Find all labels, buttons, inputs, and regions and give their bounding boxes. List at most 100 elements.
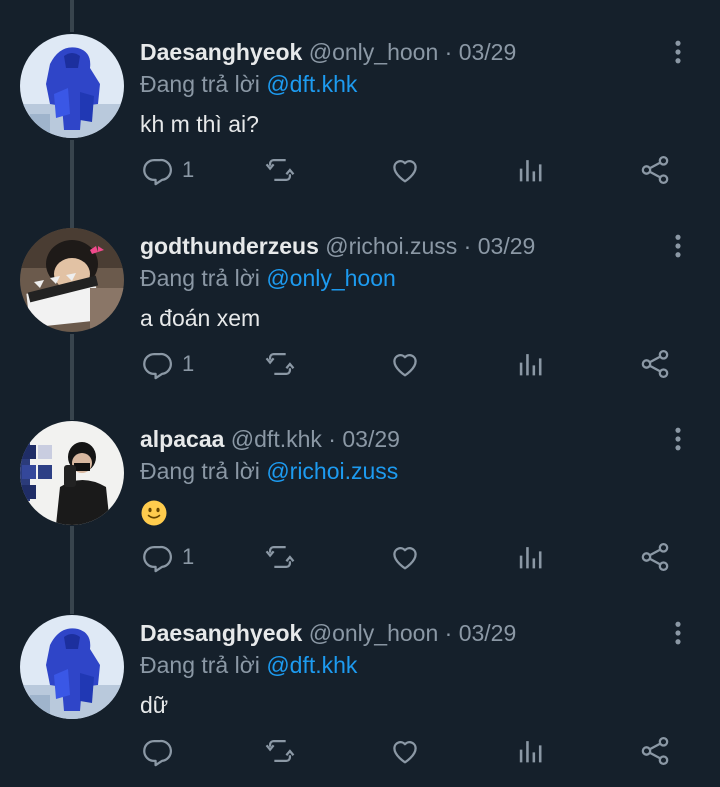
display-name[interactable]: Daesanghyeok — [140, 39, 302, 65]
avatar[interactable] — [20, 34, 124, 138]
separator-dot: · — [444, 39, 453, 65]
views-button[interactable] — [514, 731, 548, 771]
replying-to-label: Đang trả lời — [140, 458, 260, 484]
reply-button[interactable]: 1 — [140, 344, 194, 384]
like-icon — [388, 540, 422, 574]
tweet-text: a đoán xem — [140, 305, 261, 331]
replying-to-label: Đang trả lời — [140, 265, 260, 291]
reply-count: 1 — [182, 544, 195, 569]
retweet-icon — [263, 153, 297, 187]
views-button[interactable] — [514, 344, 548, 384]
replying-to-label: Đang trả lời — [140, 652, 260, 678]
reply-button[interactable] — [140, 731, 182, 771]
retweet-button[interactable] — [263, 344, 297, 384]
timestamp[interactable]: 03/29 — [342, 426, 400, 452]
blue-figure-avatar-image — [20, 34, 124, 138]
views-button[interactable] — [514, 537, 548, 577]
timestamp[interactable]: 03/29 — [459, 39, 517, 65]
reply-icon — [140, 540, 174, 574]
more-vertical-icon[interactable] — [664, 232, 692, 260]
handle[interactable]: @dft.khk — [231, 426, 322, 452]
share-button[interactable] — [638, 344, 672, 384]
avatar[interactable] — [20, 421, 124, 525]
replying-to: Đang trả lời @dft.khk — [140, 651, 357, 679]
retweet-button[interactable] — [263, 537, 297, 577]
replying-to-label: Đang trả lời — [140, 71, 260, 97]
share-icon — [638, 347, 672, 381]
tweet-text: 🙂 — [140, 497, 168, 527]
tweet[interactable]: Daesanghyeok @only_hoon · 03/29 Đang trả… — [0, 581, 720, 774]
avatar[interactable] — [20, 615, 124, 719]
separator-dot: · — [444, 620, 453, 646]
display-name[interactable]: alpacaa — [140, 426, 224, 452]
reply-button[interactable]: 1 — [140, 537, 194, 577]
like-button[interactable] — [388, 150, 422, 190]
mirror-selfie-avatar-image — [20, 421, 124, 525]
retweet-icon — [263, 347, 297, 381]
separator-dot: · — [328, 426, 336, 452]
replying-to: Đang trả lời @richoi.zuss — [140, 457, 398, 485]
blue-figure-avatar-image — [20, 615, 124, 719]
separator-dot: · — [463, 233, 472, 259]
more-vertical-icon[interactable] — [664, 38, 692, 66]
tweet-header: godthunderzeus @richoi.zuss · 03/29 — [140, 232, 535, 260]
mention-link[interactable]: @richoi.zuss — [266, 458, 398, 484]
retweet-icon — [263, 540, 297, 574]
tweet-text: kh m thì ai? — [140, 111, 259, 137]
action-bar: 1 — [0, 150, 720, 190]
share-button[interactable] — [638, 150, 672, 190]
tweet-header: Daesanghyeok @only_hoon · 03/29 — [140, 619, 516, 647]
reply-count: 1 — [182, 351, 195, 376]
like-button[interactable] — [388, 537, 422, 577]
views-icon — [514, 347, 548, 381]
retweet-button[interactable] — [263, 150, 297, 190]
mention-link[interactable]: @only_hoon — [266, 265, 396, 291]
handle[interactable]: @richoi.zuss — [325, 233, 457, 259]
like-icon — [388, 153, 422, 187]
like-button[interactable] — [388, 731, 422, 771]
share-button[interactable] — [638, 537, 672, 577]
views-button[interactable] — [514, 150, 548, 190]
reply-button[interactable]: 1 — [140, 150, 194, 190]
tweet[interactable]: alpacaa @dft.khk · 03/29 Đang trả lời @r… — [0, 387, 720, 580]
retweet-button[interactable] — [263, 731, 297, 771]
views-icon — [514, 540, 548, 574]
tweet[interactable]: Daesanghyeok @only_hoon · 03/29 Đang trả… — [0, 0, 720, 193]
like-icon — [388, 347, 422, 381]
reply-count: 1 — [182, 157, 195, 182]
timestamp[interactable]: 03/29 — [478, 233, 536, 259]
like-button[interactable] — [388, 344, 422, 384]
share-icon — [638, 153, 672, 187]
replying-to: Đang trả lời @only_hoon — [140, 264, 396, 292]
timestamp[interactable]: 03/29 — [459, 620, 517, 646]
action-bar: 1 — [0, 537, 720, 577]
handle[interactable]: @only_hoon — [309, 620, 439, 646]
reply-icon — [140, 734, 174, 768]
mention-link[interactable]: @dft.khk — [266, 71, 357, 97]
display-name[interactable]: Daesanghyeok — [140, 620, 302, 646]
action-bar: 1 — [0, 344, 720, 384]
retweet-icon — [263, 734, 297, 768]
tweet-header: Daesanghyeok @only_hoon · 03/29 — [140, 38, 516, 66]
slightly-smiling-face-icon — [141, 500, 167, 526]
handle[interactable]: @only_hoon — [309, 39, 439, 65]
tweet[interactable]: godthunderzeus @richoi.zuss · 03/29 Đang… — [0, 194, 720, 387]
reply-icon — [140, 153, 174, 187]
action-bar — [0, 731, 720, 771]
views-icon — [514, 153, 548, 187]
reply-icon — [140, 347, 174, 381]
like-icon — [388, 734, 422, 768]
replying-to: Đang trả lời @dft.khk — [140, 70, 357, 98]
share-button[interactable] — [638, 731, 672, 771]
views-icon — [514, 734, 548, 768]
more-vertical-icon[interactable] — [664, 425, 692, 453]
mention-link[interactable]: @dft.khk — [266, 652, 357, 678]
display-name[interactable]: godthunderzeus — [140, 233, 319, 259]
share-icon — [638, 540, 672, 574]
avatar[interactable] — [20, 228, 124, 332]
tweet-header: alpacaa @dft.khk · 03/29 — [140, 425, 400, 453]
clapperboard-avatar-image — [20, 228, 124, 332]
share-icon — [638, 734, 672, 768]
tweet-text: dữ — [140, 692, 169, 718]
more-vertical-icon[interactable] — [664, 619, 692, 647]
